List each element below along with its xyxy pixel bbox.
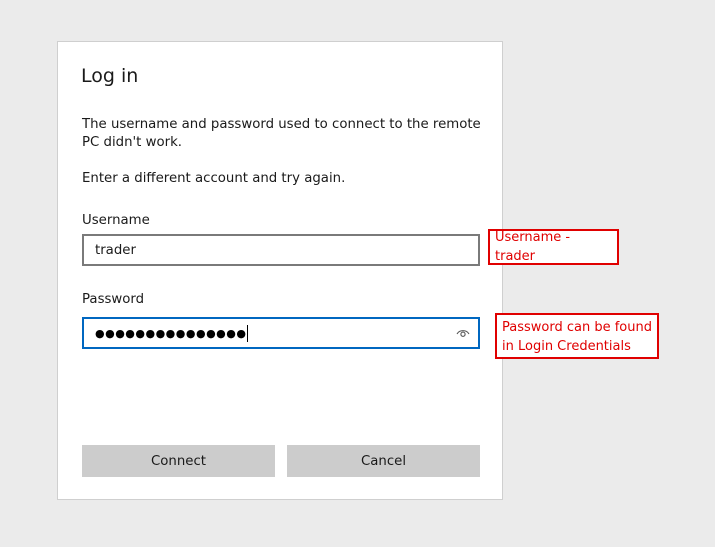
password-label: Password	[82, 292, 145, 307]
password-field[interactable]: ●●●●●●●●●●●●●●●	[82, 317, 480, 349]
login-dialog: Log in The username and password used to…	[57, 41, 503, 500]
instruction-message: Enter a different account and try again.	[82, 171, 346, 186]
dialog-title: Log in	[81, 65, 139, 87]
password-masked-value: ●●●●●●●●●●●●●●●	[95, 326, 247, 340]
password-annotation: Password can be found in Login Credentia…	[495, 313, 659, 359]
password-annotation-line2: in Login Credentials	[502, 339, 631, 354]
username-value: trader	[95, 242, 136, 258]
cancel-button[interactable]: Cancel	[287, 445, 480, 477]
text-caret	[247, 324, 249, 342]
username-annotation: Username - trader	[488, 229, 619, 265]
username-field[interactable]: trader	[82, 234, 480, 266]
eye-icon[interactable]	[456, 326, 470, 340]
connect-button[interactable]: Connect	[82, 445, 275, 477]
password-annotation-line1: Password can be found	[502, 320, 652, 335]
username-label: Username	[82, 213, 150, 228]
username-annotation-text: Username - trader	[495, 230, 571, 264]
error-message: The username and password used to connec…	[82, 117, 481, 150]
